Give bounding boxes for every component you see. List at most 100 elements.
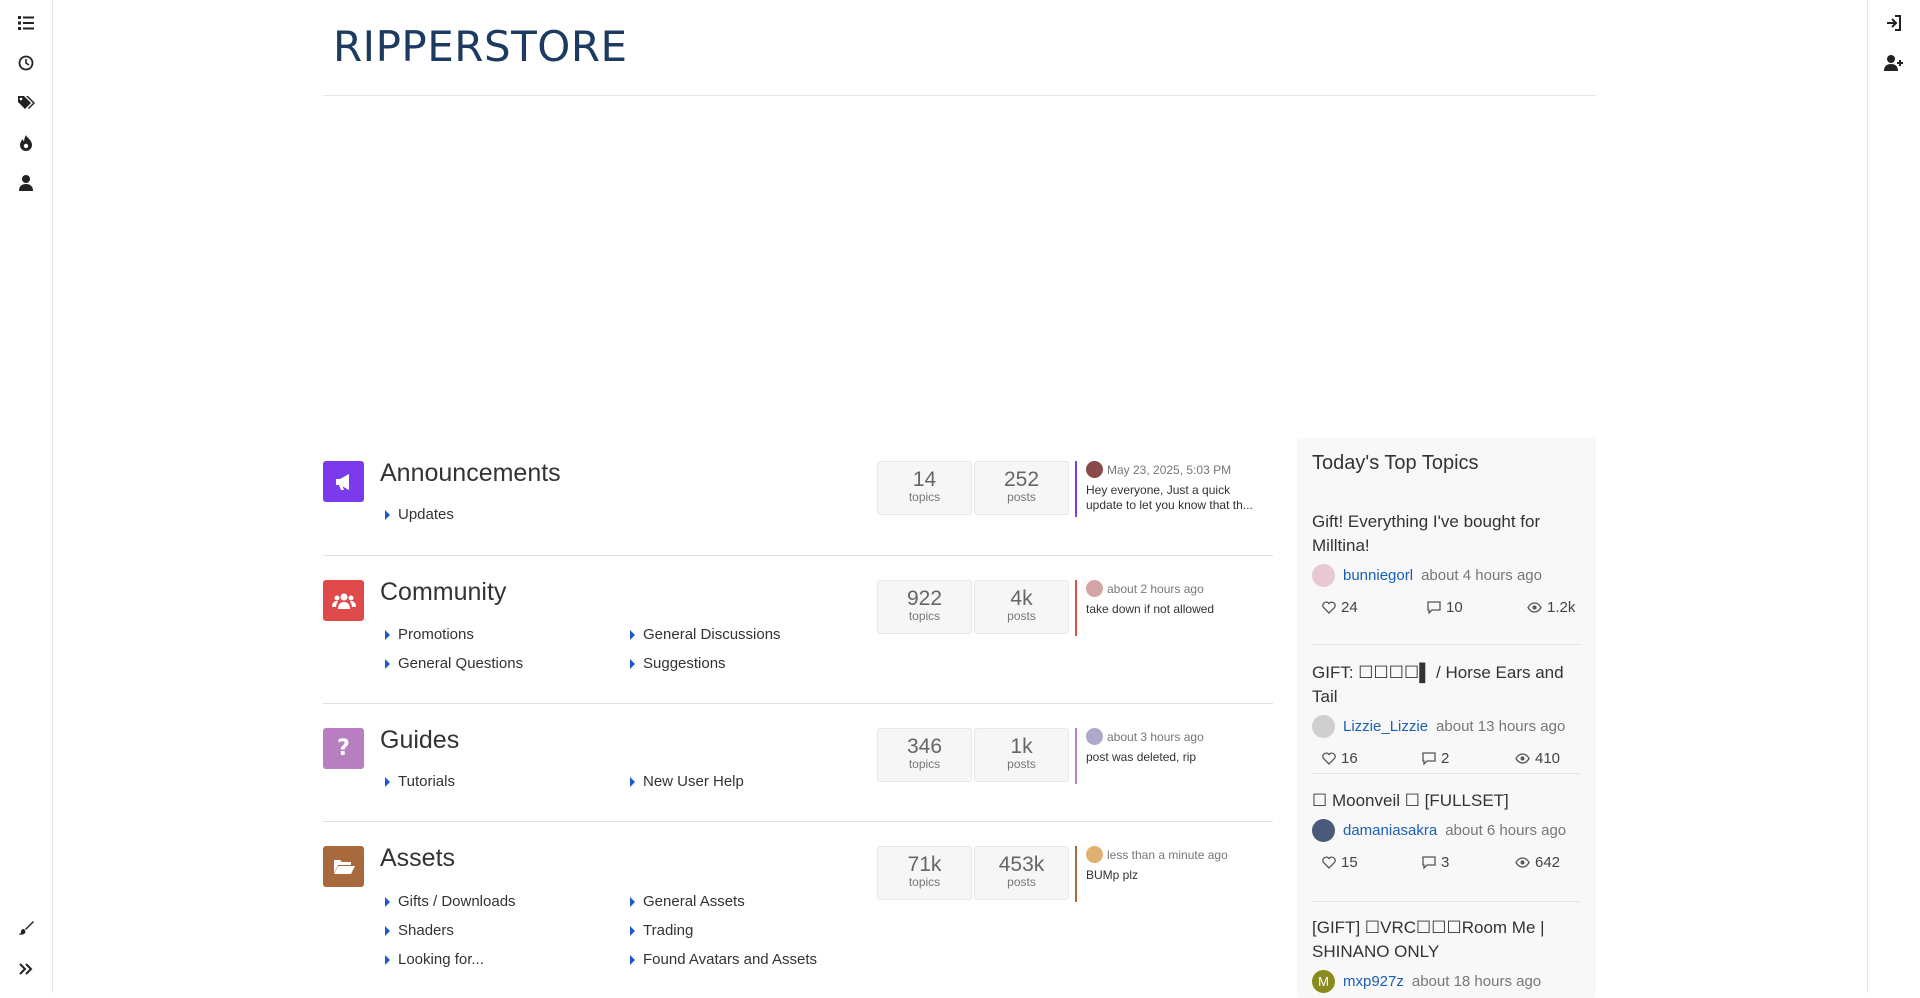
views-count: 642 (1515, 854, 1560, 871)
avatar[interactable] (1086, 580, 1103, 597)
topic-time: about 6 hours ago (1445, 822, 1567, 839)
replies-count: 2 (1422, 750, 1515, 767)
subcategory-link[interactable]: Suggestions (630, 655, 726, 672)
eye-icon (1515, 753, 1530, 764)
caret-right-icon (385, 509, 390, 520)
category-title[interactable]: Community (380, 578, 506, 607)
caret-right-icon (630, 925, 635, 936)
category-title[interactable]: Assets (380, 844, 455, 873)
likes-count: 16 (1322, 750, 1422, 767)
top-topics-heading: Today's Top Topics (1312, 452, 1479, 474)
list-icon[interactable] (14, 11, 38, 35)
register-icon[interactable] (1882, 51, 1906, 75)
topics-count: 71k topics (877, 846, 972, 900)
likes-count: 24 (1322, 599, 1427, 616)
eye-icon (1515, 857, 1530, 868)
last-post[interactable]: about 3 hours ago post was deleted, rip (1075, 728, 1270, 784)
subcategory-link[interactable]: Found Avatars and Assets (630, 951, 817, 968)
eye-icon (1527, 602, 1542, 613)
avatar[interactable]: M (1312, 970, 1335, 993)
top-topic-item: ☐ Moonveil ☐ [FULLSET] damaniasakra abou… (1312, 789, 1580, 871)
topic-divider (1312, 901, 1580, 902)
subcategory-link[interactable]: General Questions (385, 655, 523, 672)
category-title[interactable]: Guides (380, 726, 459, 755)
last-post[interactable]: less than a minute ago BUMp plz (1075, 846, 1270, 902)
user-icon[interactable] (14, 171, 38, 195)
subcategory-link[interactable]: Gifts / Downloads (385, 893, 516, 910)
topic-time: about 18 hours ago (1411, 973, 1542, 990)
clock-icon[interactable] (14, 51, 38, 75)
category-assets: Assets Gifts / Downloads General Assets … (323, 844, 1273, 986)
last-post[interactable]: about 2 hours ago take down if not allow… (1075, 580, 1270, 636)
subcategory-link[interactable]: New User Help (630, 773, 744, 790)
category-divider (323, 821, 1273, 822)
caret-right-icon (630, 896, 635, 907)
subcategory-link[interactable]: Trading (630, 922, 693, 939)
topic-author[interactable]: Lizzie_Lizzie (1343, 718, 1428, 735)
expand-icon[interactable] (14, 957, 38, 981)
subcategory-link[interactable]: General Discussions (630, 626, 781, 643)
category-title[interactable]: Announcements (380, 459, 561, 488)
caret-right-icon (630, 629, 635, 640)
last-post-text: BUMp plz (1086, 868, 1139, 882)
subcategory-link[interactable]: General Assets (630, 893, 745, 910)
topic-title[interactable]: GIFT: ☐☐☐☐▌ / Horse Ears and Tail (1312, 661, 1580, 709)
topic-title[interactable]: [GIFT] ☐VRC☐☐☐Room Me | SHINANO ONLY (1312, 916, 1580, 964)
avatar[interactable] (1312, 819, 1335, 842)
topic-title[interactable]: ☐ Moonveil ☐ [FULLSET] (1312, 789, 1580, 813)
last-post-time: about 2 hours ago (1107, 581, 1204, 596)
category-divider (323, 555, 1273, 556)
brush-icon[interactable] (14, 916, 38, 940)
caret-right-icon (630, 954, 635, 965)
last-post-time: May 23, 2025, 5:03 PM (1107, 462, 1232, 477)
folder-open-icon[interactable] (323, 846, 364, 887)
category-guides: ? Guides Tutorials New User Help 346 topi… (323, 726, 1273, 818)
subcategory-link[interactable]: Shaders (385, 922, 454, 939)
topic-author[interactable]: mxp927z (1343, 973, 1404, 990)
caret-right-icon (630, 776, 635, 787)
login-icon[interactable] (1882, 11, 1906, 35)
caret-right-icon (630, 658, 635, 669)
topic-author[interactable]: damaniasakra (1343, 822, 1437, 839)
topic-author[interactable]: bunniegorl (1343, 567, 1413, 584)
topic-title[interactable]: Gift! Everything I've bought for Milltin… (1312, 510, 1580, 558)
avatar[interactable] (1312, 564, 1335, 587)
heart-icon (1322, 856, 1336, 869)
avatar[interactable] (1312, 715, 1335, 738)
last-post[interactable]: May 23, 2025, 5:03 PM Hey everyone, Just… (1075, 461, 1270, 517)
caret-right-icon (385, 896, 390, 907)
site-logo[interactable]: RIPPERSTORE (333, 22, 628, 71)
left-sidebar (0, 0, 53, 993)
likes-count: 15 (1322, 854, 1422, 871)
last-post-time: less than a minute ago (1107, 847, 1228, 862)
top-topic-item: GIFT: ☐☐☐☐▌ / Horse Ears and Tail Lizzie… (1312, 661, 1580, 767)
top-topics-widget: Today's Top Topics Gift! Everything I've… (1297, 438, 1596, 998)
right-sidebar (1867, 0, 1920, 993)
subcategory-link[interactable]: Updates (385, 506, 454, 523)
question-icon[interactable]: ? (323, 728, 364, 769)
replies-count: 10 (1427, 599, 1527, 616)
topic-time: about 4 hours ago (1421, 567, 1542, 584)
topics-count: 346 topics (877, 728, 972, 782)
posts-count: 1k posts (974, 728, 1069, 782)
last-post-text: post was deleted, rip (1086, 750, 1197, 764)
category-community: Community Promotions General Discussions… (323, 578, 1273, 700)
tags-icon[interactable] (14, 91, 38, 115)
topics-count: 14 topics (877, 461, 972, 515)
fire-icon[interactable] (14, 131, 38, 155)
comment-icon (1422, 752, 1436, 765)
avatar[interactable] (1086, 846, 1103, 863)
comment-icon (1422, 856, 1436, 869)
bullhorn-icon[interactable] (323, 461, 364, 502)
avatar[interactable] (1086, 461, 1103, 478)
avatar[interactable] (1086, 728, 1103, 745)
views-count: 410 (1515, 750, 1560, 767)
subcategory-link[interactable]: Promotions (385, 626, 474, 643)
subcategory-link[interactable]: Tutorials (385, 773, 455, 790)
category-announcements: Announcements Updates 14 topics 252 posts … (323, 459, 1273, 536)
posts-count: 4k posts (974, 580, 1069, 634)
subcategory-link[interactable]: Looking for... (385, 951, 484, 968)
users-icon[interactable] (323, 580, 364, 621)
top-topic-item: [GIFT] ☐VRC☐☐☐Room Me | SHINANO ONLY M m… (1312, 916, 1580, 993)
caret-right-icon (385, 954, 390, 965)
